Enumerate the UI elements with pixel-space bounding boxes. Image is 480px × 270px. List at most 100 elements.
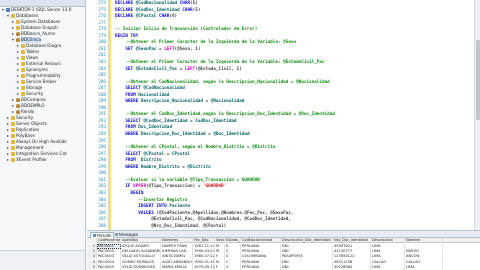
grid-cell[interactable]: PERUANA (241, 264, 281, 270)
folder-icon (16, 20, 20, 24)
query-editor[interactable]: 274 DECLARE @CodNacionalidad CHAR(5) 275 DE… (87, 0, 480, 230)
expand-icon[interactable]: ▸ (7, 157, 9, 163)
code-line[interactable]: 301 --Evaluar si la variable @Tipo_Trans… (87, 178, 480, 184)
line-number: 297 (98, 151, 106, 157)
code-line[interactable]: 289 WHERE Descripcion_Nacionalidad = @Na… (87, 99, 480, 105)
code-token: @Nacionalidad (210, 99, 245, 105)
line-number: 290 (98, 105, 106, 111)
code-line[interactable]: 292 SELECT @CodDoc_Identidad = CodDoc_Id… (87, 119, 480, 125)
code-line[interactable]: 294 WHERE Descripcion_Doc_Identidad = @D… (87, 132, 480, 138)
code-line[interactable]: 290 (87, 106, 480, 112)
grid-cell[interactable]: F (215, 264, 225, 270)
code-line[interactable]: 308 @Nro_Doc_Identidad, @CPostal) (87, 224, 480, 230)
column-header[interactable]: Sexo (215, 238, 225, 243)
code-line[interactable]: 304 --Insertar Registro (87, 198, 480, 204)
column-header[interactable]: Descripcion (371, 238, 405, 243)
code-text: --Obtener el CodDoc_Identidad,según la D… (115, 112, 335, 118)
column-header[interactable]: Descripcion_Doc_Identidad (281, 238, 333, 243)
code-line[interactable]: 276 DECLARE @CPostal CHAR(6) (87, 14, 480, 20)
code-token: LEFT (164, 46, 175, 52)
grid-cell[interactable]: 1979-09-12 (193, 264, 215, 270)
grid-cell[interactable]: MARIA EMILIA (161, 264, 193, 270)
code-token: IF (115, 184, 134, 190)
results-grid[interactable]: CodPaciente Apellidos Nombres Fec_Nac Sexo Es… (87, 238, 480, 270)
column-header[interactable]: CodPaciente (97, 238, 121, 243)
code-token: BEGIN TRY (115, 33, 139, 39)
code-line[interactable]: 283 --Obtener el Primer Caracter de la I… (87, 60, 480, 66)
column-header[interactable]: Apellidos (121, 238, 161, 243)
code-line[interactable]: 278 -- Iniciar Inicio de Transacción (Con… (87, 27, 480, 33)
row-number[interactable]: 5 (87, 264, 97, 270)
code-text: --Evaluar si la variable @Tipo_Transacci… (115, 178, 260, 184)
code-token: SELECT (115, 118, 144, 124)
code-token: INSERT INTO (115, 204, 170, 210)
code-line[interactable]: 281 SET @SexoPac = LEFT(@Sexo, 1) (87, 47, 480, 53)
code-text: FROM Nacionalidad (115, 93, 169, 99)
code-token: CHAR (179, 1, 191, 6)
code-line[interactable]: 296 --Obtener el CPostal, según el Nombr… (87, 145, 480, 151)
row-number[interactable] (87, 238, 97, 243)
grid-cell[interactable]: DNI (281, 264, 333, 270)
column-header[interactable]: Fec_Nac (193, 238, 215, 243)
code-line[interactable]: 305 INSERT INTO Paciente (87, 204, 480, 210)
code-line[interactable]: 299 WHERE Nombre_Distrito = @Distrito (87, 165, 480, 171)
tab-messages-label: Messages (119, 232, 139, 237)
code-line[interactable]: 293 FROM Doc_Identidad (87, 125, 480, 131)
code-line[interactable]: 284 SET @EstadoCivil_Pac = LEFT(@Estado_… (87, 67, 480, 73)
code-token: @CPostal (135, 14, 159, 20)
code-line[interactable]: 303 BEGIN (87, 191, 480, 197)
code-token: --Obtener el Primer Caracter de la Izqui… (115, 59, 325, 65)
line-number: 282 (98, 53, 106, 59)
code-line[interactable]: 306 VALUES (@CodPaciente,@Apellidos,@Nom… (87, 211, 480, 217)
folder-icon (16, 26, 20, 30)
code-line[interactable]: 279 BEGIN TRY (87, 34, 480, 40)
column-header[interactable]: Nro_Doc_Identidad (333, 238, 371, 243)
code-token: CPostal (171, 151, 191, 157)
code-line[interactable]: 277 (87, 21, 480, 27)
code-token: DECLARE (115, 14, 136, 20)
db-icon (16, 110, 20, 114)
line-number: 285 (98, 73, 106, 79)
grid-cell[interactable]: PAC0005 (97, 264, 121, 270)
code-text: WHERE Nombre_Distrito = @Distrito (115, 165, 210, 171)
code-line[interactable]: 288 FROM Nacionalidad (87, 93, 480, 99)
server-icon (6, 8, 10, 12)
code-line[interactable]: 291 --Obtener el CodDoc_Identidad,según … (87, 112, 480, 118)
code-line[interactable]: 287 SELECT @CodNacionalidad (87, 86, 480, 92)
tree-node[interactable]: ▸ XEvent Profiler (0, 157, 85, 163)
column-header[interactable]: Nombres (161, 238, 193, 243)
object-explorer: ▾ DESKTOP-1 (SQL Server 13.0 ▾ Databases ▸ Sy… (0, 0, 86, 250)
grid-cell[interactable]: LIMA (371, 264, 405, 270)
folder-icon (11, 140, 15, 144)
code-line[interactable]: 300 (87, 171, 480, 177)
code-line[interactable]: 295 (87, 139, 480, 145)
grid-cell[interactable]: VELIZ RODRIGUEZ (121, 264, 161, 270)
code-text: VALUES (@CodPaciente,@Apellidos,@Nombres… (115, 211, 293, 217)
code-line[interactable]: 307 @EstadoCivil_Pac, @CodNacionalidad, … (87, 217, 480, 223)
table-row[interactable]: 5 PAC0005 VELIZ RODRIGUEZ MARIA EMILIA 1979-… (87, 264, 480, 270)
grid-cell[interactable]: 40126984 (333, 264, 371, 270)
code-text: BEGIN (115, 191, 144, 197)
code-line[interactable]: 274 DECLARE @CodNacionalidad CHAR(5) (87, 1, 480, 7)
code-line[interactable]: 297 SELECT @CPostal = CPostal (87, 152, 480, 158)
column-header[interactable]: CodNacionalidad (241, 238, 281, 243)
code-token: DECLARE (115, 7, 136, 13)
code-line[interactable]: 286 --Obtener el CodNacionalidad, según … (87, 80, 480, 86)
line-number: 291 (98, 112, 106, 118)
code-line[interactable]: 298 FROM Distrito (87, 158, 480, 164)
code-line[interactable]: 282 (87, 53, 480, 59)
column-header[interactable]: Nombre (405, 238, 443, 243)
grid-cell[interactable]: V (225, 264, 241, 270)
code-line[interactable]: 275 DECLARE @CodDoc_Identidad CHAR(5) (87, 8, 480, 14)
editor-vertical-scrollbar[interactable] (474, 0, 480, 230)
grid-cell[interactable]: LIMA (405, 264, 443, 270)
code-token: CHAR (159, 14, 170, 20)
code-line[interactable]: 302 IF UPPER(@Tipo_Transaccion) = 'GUARD… (87, 184, 480, 190)
code-text: --Obtener el CodNacionalidad, según la D… (115, 80, 329, 86)
code-text: BEGIN TRY (115, 34, 138, 40)
scrollbar-thumb[interactable] (476, 40, 480, 120)
column-header[interactable]: Estado_Civil (225, 238, 241, 243)
code-line[interactable]: 280 --Obtener el Primer Caracter de la I… (87, 40, 480, 46)
code-line[interactable]: 285 (87, 73, 480, 79)
folder-icon (21, 50, 25, 54)
